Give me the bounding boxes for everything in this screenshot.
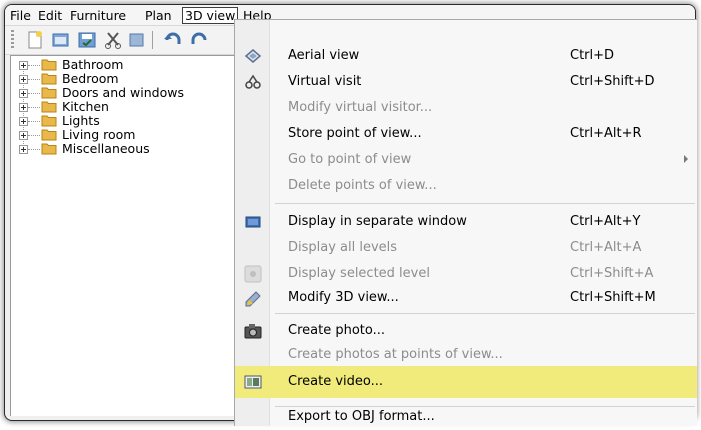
- menu-item-label: Go to point of view: [288, 152, 412, 167]
- menu-3d-view[interactable]: 3D view: [182, 7, 239, 24]
- virtual-visit-icon: [245, 74, 261, 89]
- menu-item-go-to-point-of-view[interactable]: Go to point of view: [235, 147, 697, 173]
- expand-icon[interactable]: [19, 61, 28, 70]
- toolbar-grip[interactable]: [11, 30, 14, 50]
- menu-item-label: Store point of view...: [288, 126, 422, 141]
- menu-item-modify-3d-view[interactable]: Modify 3D view... Ctrl+Shift+M: [235, 285, 697, 311]
- tree-item-doors-and-windows[interactable]: Doors and windows: [11, 85, 241, 100]
- selected-level-icon: [244, 265, 262, 283]
- modify-3d-view-icon: [245, 291, 261, 307]
- camera-icon: [244, 324, 262, 339]
- folder-icon: [41, 115, 57, 127]
- menu-item-store-point-of-view[interactable]: Store point of view... Ctrl+Alt+R: [235, 121, 697, 147]
- menu-item-delete-points-of-view[interactable]: Delete points of view...: [235, 173, 697, 199]
- tree-item-label: Kitchen: [62, 99, 109, 114]
- menu-item-shortcut: Ctrl+Alt+A: [570, 240, 642, 255]
- aerial-view-icon: [244, 49, 262, 63]
- menu-item-create-photo[interactable]: Create photo...: [235, 318, 697, 344]
- menu-item-aerial-view[interactable]: Aerial view Ctrl+D: [235, 43, 697, 69]
- tree-connector: [28, 79, 40, 80]
- menu-item-label: Virtual visit: [288, 74, 362, 89]
- 3d-view-dropdown-menu: Aerial view Ctrl+D Virtual visit Ctrl+Sh…: [234, 19, 697, 426]
- menu-item-label: Create photos at points of view...: [288, 347, 503, 362]
- furniture-catalog-tree: Bathroom Bedroom Doors and windows Kitch…: [10, 55, 244, 416]
- cut-icon[interactable]: [103, 30, 123, 50]
- menu-item-label: Export to OBJ format...: [288, 409, 435, 424]
- expand-icon[interactable]: [19, 89, 28, 98]
- tree-connector: [28, 135, 40, 136]
- toolbar-separator: [152, 31, 153, 49]
- menu-item-display-all-levels[interactable]: Display all levels Ctrl+Alt+A: [235, 235, 697, 261]
- undo-icon[interactable]: [163, 30, 183, 50]
- tree-item-living-room[interactable]: Living room: [11, 127, 241, 142]
- folder-icon: [41, 87, 57, 99]
- menu-item-shortcut: Ctrl+D: [570, 48, 615, 63]
- tree-connector: [28, 65, 40, 66]
- tree-item-label: Lights: [62, 113, 100, 128]
- menu-item-shortcut: Ctrl+Alt+R: [570, 126, 642, 141]
- redo-icon[interactable]: [189, 30, 209, 50]
- menu-item-display-selected-level[interactable]: Display selected level Ctrl+Shift+A: [235, 261, 697, 287]
- menu-item-create-video[interactable]: Create video...: [235, 366, 697, 398]
- menu-item-label: Modify 3D view...: [288, 290, 399, 305]
- tree-item-lights[interactable]: Lights: [11, 113, 241, 128]
- menu-item-label: Aerial view: [288, 48, 360, 63]
- tree-item-label: Doors and windows: [62, 85, 184, 100]
- save-icon[interactable]: [77, 30, 97, 50]
- submenu-arrow-icon: [684, 155, 688, 163]
- menu-item-export-to-obj[interactable]: Export to OBJ format...: [235, 404, 697, 430]
- menu-item-shortcut: Ctrl+Shift+D: [570, 74, 655, 89]
- folder-icon: [41, 129, 57, 141]
- menu-item-display-in-separate-window[interactable]: Display in separate window Ctrl+Alt+Y: [235, 209, 697, 235]
- new-icon[interactable]: [25, 30, 45, 50]
- expand-icon[interactable]: [19, 103, 28, 112]
- expand-icon[interactable]: [19, 131, 28, 140]
- tree-item-bedroom[interactable]: Bedroom: [11, 71, 241, 86]
- menu-file[interactable]: File: [8, 8, 33, 23]
- menu-item-label: Create video...: [288, 374, 384, 389]
- menu-plan[interactable]: Plan: [143, 8, 174, 23]
- tree-connector: [28, 107, 40, 108]
- toolbar-icon[interactable]: [127, 30, 147, 50]
- tree-item-label: Miscellaneous: [62, 141, 150, 156]
- tree-connector: [28, 93, 40, 94]
- menu-item-label: Delete points of view...: [288, 178, 437, 193]
- toolbar: [5, 26, 245, 55]
- menu-item-virtual-visit[interactable]: Virtual visit Ctrl+Shift+D: [235, 69, 697, 95]
- video-icon: [244, 375, 262, 389]
- separate-window-icon: [245, 216, 261, 228]
- menu-item-shortcut: Ctrl+Shift+A: [570, 266, 654, 281]
- expand-icon[interactable]: [19, 145, 28, 154]
- menu-furniture[interactable]: Furniture: [68, 8, 128, 23]
- tree-item-label: Bedroom: [62, 71, 119, 86]
- folder-icon: [41, 143, 57, 155]
- expand-icon[interactable]: [19, 75, 28, 84]
- menu-item-label: Display in separate window: [288, 214, 467, 229]
- tree-connector: [28, 149, 40, 150]
- tree-item-bathroom[interactable]: Bathroom: [11, 57, 241, 72]
- menu-item-label: Modify virtual visitor...: [288, 100, 433, 115]
- menu-separator: [275, 203, 695, 204]
- menu-edit[interactable]: Edit: [36, 8, 64, 23]
- menu-item-shortcut: Ctrl+Shift+M: [570, 290, 656, 305]
- menu-item-label: Display selected level: [288, 266, 430, 281]
- folder-icon: [41, 101, 57, 113]
- menu-item-shortcut: Ctrl+Alt+Y: [570, 214, 641, 229]
- expand-icon[interactable]: [19, 117, 28, 126]
- tree-connector: [28, 121, 40, 122]
- menu-separator: [275, 313, 695, 314]
- menu-item-create-photos-at-points-of-view[interactable]: Create photos at points of view...: [235, 342, 697, 368]
- menu-item-label: Display all levels: [288, 240, 398, 255]
- menu-item-modify-virtual-visitor[interactable]: Modify virtual visitor...: [235, 95, 697, 121]
- tree-item-miscellaneous[interactable]: Miscellaneous: [11, 141, 241, 156]
- folder-icon: [41, 73, 57, 85]
- tree-item-label: Living room: [62, 127, 136, 142]
- menu-item-label: Create photo...: [288, 323, 385, 338]
- folder-icon: [41, 59, 57, 71]
- tree-item-kitchen[interactable]: Kitchen: [11, 99, 241, 114]
- open-icon[interactable]: [51, 30, 71, 50]
- tree-item-label: Bathroom: [62, 57, 124, 72]
